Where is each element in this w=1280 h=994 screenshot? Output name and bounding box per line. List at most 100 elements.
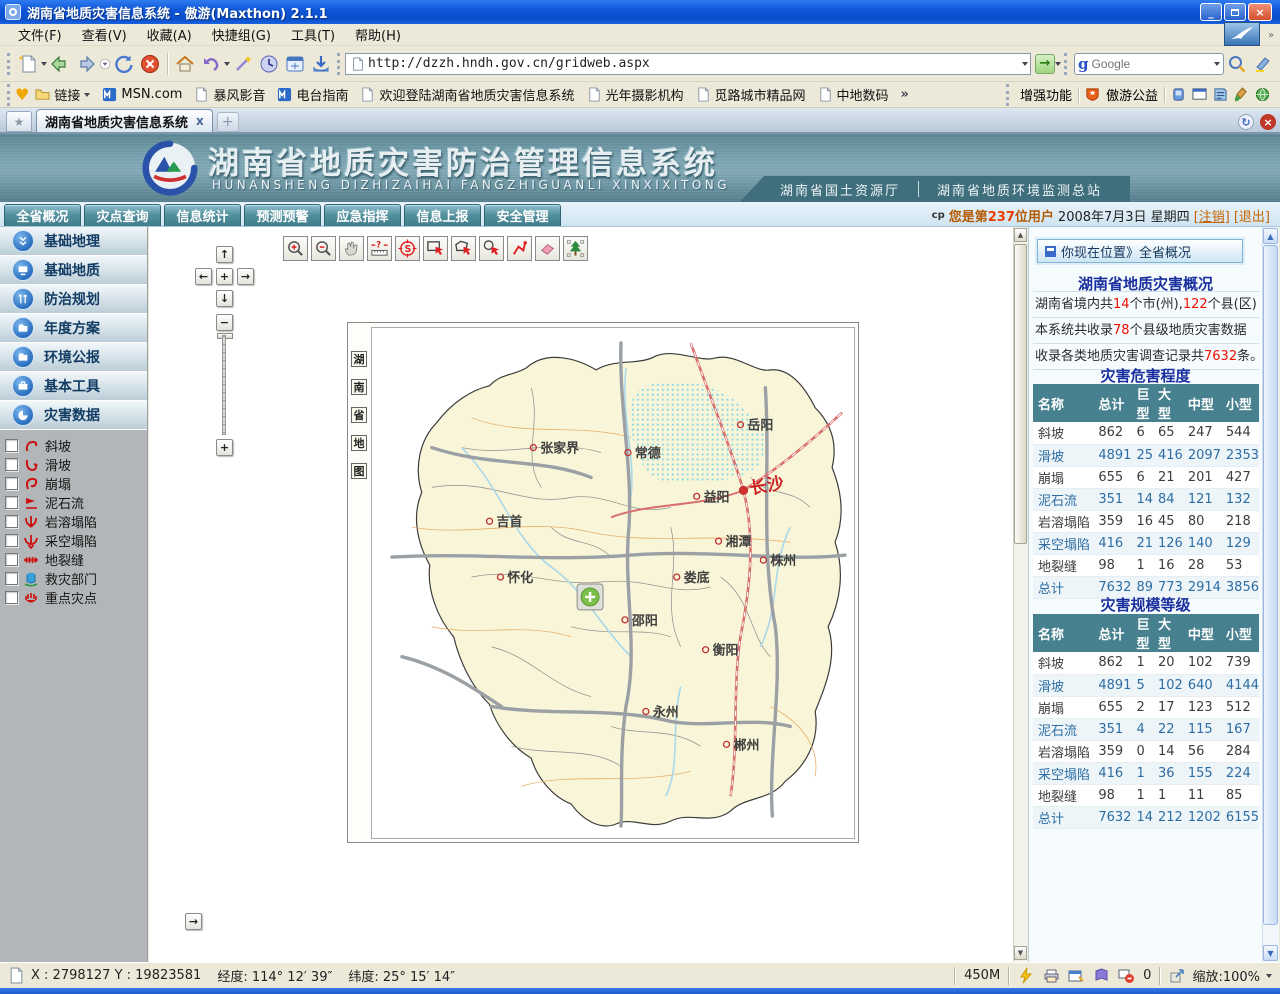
zoom-slider-minus-button[interactable]: − [216,314,233,331]
menu-item[interactable]: 工具(T) [281,23,345,46]
layer-checkbox[interactable] [5,572,18,585]
layer-checkbox[interactable] [5,591,18,604]
nav-tab-信息上报[interactable]: 信息上报 [404,204,481,226]
close-button[interactable]: × [1248,3,1272,21]
zoom-level[interactable]: 缩放:100% [1192,966,1260,985]
sidebar-group-基本工具[interactable]: 基本工具 [0,372,147,401]
horizontal-scroll-right-button[interactable]: → [185,913,202,930]
search-box[interactable]: g [1074,53,1224,75]
links-overflow-icon[interactable]: » [895,87,915,102]
sidebar-group-基础地理[interactable]: 基础地理 [0,227,147,256]
layer-checkbox[interactable] [5,496,18,509]
pan-up-button[interactable]: ↑ [216,246,233,263]
refresh-icon[interactable] [111,51,137,77]
link-item[interactable]: 电台指南 [271,85,354,104]
history-dropdown-icon[interactable] [99,51,111,77]
nav-tab-安全管理[interactable]: 安全管理 [484,204,561,226]
tab-close-icon[interactable]: x [196,114,204,128]
sidebar-group-年度方案[interactable]: 年度方案 [0,314,147,343]
nav-tab-全省概况[interactable]: 全省概况 [4,204,81,226]
layer-checkbox[interactable] [5,534,18,547]
pan-center-button[interactable]: + [216,268,233,285]
legend-icon[interactable] [563,236,588,261]
new-tab-button[interactable]: + [217,112,239,132]
links-folder[interactable]: 链接 [29,85,96,104]
map-scroll-down-icon[interactable]: ▼ [1014,946,1027,960]
pan-down-button[interactable]: ↓ [216,290,233,307]
charity-shield-icon[interactable] [1085,87,1100,102]
new-window-icon[interactable] [1068,967,1085,984]
link-item[interactable]: 光年摄影机构 [581,85,690,104]
forward-icon[interactable] [73,51,99,77]
link-item[interactable]: MSN.com [96,87,188,102]
zoom-dropdown-icon[interactable] [1266,974,1272,981]
sidebar-group-基础地质[interactable]: 基础地质 [0,256,147,285]
search-input[interactable] [1092,57,1215,71]
full-extent-icon[interactable]: S [395,236,420,261]
plugins-label[interactable]: 增强功能 [1020,85,1072,104]
window-icon[interactable] [1192,87,1207,102]
boost-lightning-icon[interactable] [1018,967,1035,984]
nav-tab-信息统计[interactable]: 信息统计 [164,204,241,226]
tabbar-close-icon[interactable]: × [1260,114,1276,130]
page-scroll-up-icon[interactable]: ▲ [1263,228,1278,244]
sidebar-group-环境公报[interactable]: 环境公报 [0,343,147,372]
map-canvas[interactable]: 张家界常德岳阳益阳长沙吉首湘潭株州怀化娄底邵阳衡阳永州郴州 [371,327,855,839]
resize-icon[interactable] [1169,967,1186,984]
toolbar-grip[interactable] [1064,53,1069,75]
links-folder-dropdown-icon[interactable] [84,93,90,100]
sidebar-group-灾害数据[interactable]: 灾害数据 [0,401,147,430]
favorites-heart-icon[interactable]: ♥ [15,85,29,104]
layer-checkbox[interactable] [5,439,18,452]
pan-left-button[interactable]: ← [195,268,212,285]
nav-tab-预测预警[interactable]: 预测预警 [244,204,321,226]
search-engine-dropdown-icon[interactable] [1214,62,1220,69]
layer-checkbox[interactable] [5,553,18,566]
nav-tab-灾点查询[interactable]: 灾点查询 [84,204,161,226]
layer-checkbox[interactable] [5,515,18,528]
zoom-slider-track[interactable] [222,335,226,435]
link-item[interactable]: 欢迎登陆湖南省地质灾害信息系统 [354,85,580,104]
pan-right-button[interactable]: → [237,268,254,285]
download-icon[interactable] [308,51,334,77]
menu-item[interactable]: 帮助(H) [345,23,411,46]
banner-link[interactable]: 湖南省国土资源厅 [780,180,900,199]
web-icon[interactable] [1255,87,1270,102]
maxthon-logo[interactable] [1224,22,1260,46]
toolbar-grip[interactable] [337,53,342,75]
home-icon[interactable] [172,51,198,77]
sidebar-group-防治规划[interactable]: 防治规划 [0,285,147,314]
note-icon[interactable] [1213,87,1228,102]
erase-icon[interactable] [535,236,560,261]
skin-icon[interactable] [1171,87,1186,102]
address-input[interactable] [368,56,1022,71]
search-icon[interactable] [1224,51,1250,77]
stop-icon[interactable] [137,51,163,77]
link-item[interactable]: 中地数码 [812,85,895,104]
logout-link[interactable]: [注销] [1194,206,1230,225]
tab-active[interactable]: 湖南省地质灾害信息系统 x [36,109,213,132]
map-scroll-up-icon[interactable]: ▲ [1014,228,1027,242]
undo-icon[interactable] [198,51,224,77]
select-polygon-icon[interactable] [451,236,476,261]
tabbar-refresh-icon[interactable]: ↻ [1238,114,1254,130]
map-scroll-thumb[interactable] [1014,244,1027,544]
menu-item[interactable]: 收藏(A) [137,23,202,46]
menu-item[interactable]: 快捷组(G) [202,23,281,46]
menu-item[interactable]: 文件(F) [8,23,72,46]
popup-blocker-icon[interactable] [1118,967,1135,984]
nav-tab-应急指挥[interactable]: 应急指挥 [324,204,401,226]
link-item[interactable]: 觅路城市精品网 [690,85,812,104]
go-dropdown-icon[interactable] [1055,62,1061,69]
address-bar[interactable] [345,53,1031,75]
highlight-icon[interactable] [1250,51,1276,77]
back-icon[interactable] [47,51,73,77]
zoom-slider-plus-button[interactable]: + [216,439,233,456]
magic-wand-icon[interactable] [230,51,256,77]
brush-icon[interactable] [1234,87,1249,102]
link-item[interactable]: 暴风影音 [188,85,271,104]
page-scroll-down-icon[interactable]: ▼ [1263,945,1278,961]
exit-link[interactable]: [退出] [1234,206,1270,225]
pan-icon[interactable] [339,236,364,261]
banner-link[interactable]: 湖南省地质环境监测总站 [937,180,1102,199]
